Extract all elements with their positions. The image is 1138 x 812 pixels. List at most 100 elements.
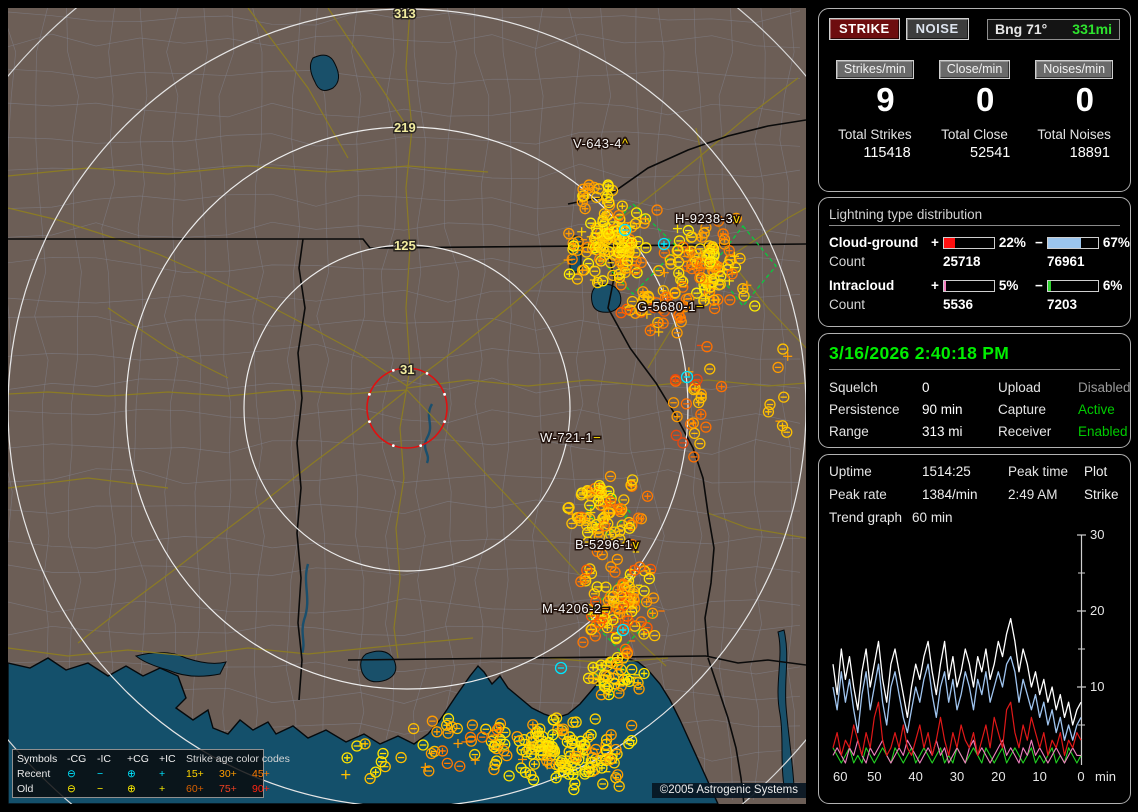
range-ring-label: 31 <box>400 362 414 377</box>
bearing-chip: Bng 71° 331mi <box>987 18 1120 40</box>
cg-positive-pct: 22% <box>998 235 1026 250</box>
plus-sign: + <box>931 278 939 293</box>
bearing-range: 331mi <box>1072 20 1112 37</box>
minus-sign: − <box>1035 235 1043 250</box>
trend-graph: 30 20 10 60 50 40 30 20 10 0 min <box>832 527 1116 784</box>
count-label: Count <box>829 297 866 312</box>
range-ring-label: 313 <box>394 8 416 21</box>
trend-x-tick-label: 50 <box>867 769 881 784</box>
trend-x-tick-label: 10 <box>1032 769 1046 784</box>
storm-cell-label[interactable]: G-5680-1− <box>636 298 706 316</box>
range-ring-label: 219 <box>394 120 416 135</box>
total-close-value: 52541 <box>970 145 1011 161</box>
trend-y-tick-label: 30 <box>1090 527 1104 542</box>
trend-series-cg-negative <box>832 655 1082 741</box>
stats-row: Uptime 1514:25 Peak time Plot <box>829 464 1108 479</box>
map-canvas[interactable]: 31 125 219 313 V-643-4^ H-9238-3v G-5680-1− W-… <box>8 8 806 804</box>
noises-per-min-button[interactable]: Noises/min <box>1035 60 1114 79</box>
circled-minus-icon: ⊖ <box>67 783 76 795</box>
count-label: Count <box>829 254 866 269</box>
trend-x-tick-label: 0 <box>1077 769 1084 784</box>
total-strikes-value: 115418 <box>863 145 911 161</box>
minus-sign: − <box>1035 278 1043 293</box>
range-ring-label: 125 <box>394 238 416 253</box>
ic-positive-pct: 5% <box>998 278 1019 293</box>
trend-x-unit: min <box>1095 769 1116 784</box>
legend-row: Recent ⊖ − ⊕ + 15+ 30+ 45+ <box>17 768 270 780</box>
storm-cell-trend-icon: v <box>632 537 639 552</box>
storm-cell-trend-icon: v <box>733 211 740 226</box>
storm-cell-trend-icon: − <box>602 601 610 616</box>
trend-x-tick-label: 20 <box>991 769 1005 784</box>
total-noises-value: 18891 <box>1069 145 1110 161</box>
storm-cell-trend-icon: − <box>696 299 704 314</box>
side-panel: STRIKE NOISE Bng 71° 331mi Strikes/min 9… <box>818 0 1131 812</box>
circled-plus-icon: ⊕ <box>127 783 136 795</box>
storm-cell-label[interactable]: M-4206-2− <box>541 600 611 618</box>
plus-icon: + <box>159 768 166 780</box>
legend-row: Old ⊖ − ⊕ + 60+ 75+ 90+ <box>17 783 270 795</box>
cg-negative-pct: 67% <box>1102 235 1130 250</box>
status-row: Squelch 0 Upload Disabled <box>829 380 1131 395</box>
stats-row: Peak rate 1384/min 2:49 AM Strike <box>829 487 1119 502</box>
storm-cell-trend-icon: − <box>593 430 601 445</box>
plus-sign: + <box>931 235 939 250</box>
ic-positive-bar <box>942 279 995 292</box>
cloud-ground-label: Cloud-ground <box>829 235 919 250</box>
storm-cell-label[interactable]: H-9238-3v <box>674 210 742 228</box>
storm-cell-label[interactable]: V-643-4^ <box>572 135 631 153</box>
total-strikes-label: Total Strikes <box>838 127 912 142</box>
lightning-map[interactable]: 31 125 219 313 V-643-4^ H-9238-3v G-5680-1− W-… <box>8 8 806 804</box>
ic-negative-pct: 6% <box>1102 278 1123 293</box>
circled-minus-icon: ⊖ <box>67 768 76 780</box>
total-close-label: Total Close <box>941 127 1008 142</box>
strikes-column: Strikes/min 9 Total Strikes 115418 <box>829 60 921 161</box>
minus-icon: − <box>97 768 104 780</box>
trend-x-tick-label: 30 <box>950 769 964 784</box>
strikes-per-min-value: 9 <box>876 81 895 118</box>
clock: 3/16/2026 2:40:18 PM <box>829 343 1120 370</box>
ic-negative-bar <box>1046 279 1099 292</box>
total-noises-label: Total Noises <box>1037 127 1111 142</box>
bearing-label: Bng 71° <box>995 20 1048 37</box>
map-legend: Symbols -CG -IC +CG +IC Strike age color… <box>12 749 290 798</box>
ic-positive-count: 5536 <box>943 297 974 312</box>
status-box: 3/16/2026 2:40:18 PM Squelch 0 Upload Disa… <box>818 333 1131 448</box>
close-column: Close/min 0 Total Close 52541 <box>929 60 1021 161</box>
trend-x-tick-label: 60 <box>833 769 847 784</box>
ic-negative-count: 7203 <box>1047 297 1078 312</box>
minus-icon: − <box>97 783 104 795</box>
counters-box: STRIKE NOISE Bng 71° 331mi Strikes/min 9… <box>818 8 1131 192</box>
trend-window-value[interactable]: 60 min <box>912 510 953 525</box>
stats-grid: Uptime 1514:25 Peak time Plot Peak rate 1384… <box>829 464 1120 502</box>
noises-column: Noises/min 0 Total Noises 18891 <box>1028 60 1120 161</box>
copyright-text: ©2005 Astrogenic Systems <box>651 783 806 798</box>
legend-header-symbols: Symbols <box>17 753 58 765</box>
storm-cell-label[interactable]: W-721-1− <box>539 429 603 447</box>
app-window: 31 125 219 313 V-643-4^ H-9238-3v G-5680-1− W-… <box>0 0 1138 812</box>
trend-x-tick-label: 40 <box>908 769 922 784</box>
strikes-per-min-button[interactable]: Strikes/min <box>835 60 914 79</box>
storm-cell-label[interactable]: B-5296-1v <box>574 536 641 554</box>
trend-box: Uptime 1514:25 Peak time Plot Peak rate 1384… <box>818 454 1131 804</box>
distribution-box: Lightning type distribution Cloud-ground… <box>818 197 1131 327</box>
cg-negative-count: 76961 <box>1047 254 1085 269</box>
cg-negative-bar <box>1046 236 1099 249</box>
storm-cell-trend-icon: ^ <box>622 136 629 151</box>
close-per-min-button[interactable]: Close/min <box>938 60 1011 79</box>
cg-positive-count: 25718 <box>943 254 981 269</box>
close-per-min-value: 0 <box>975 81 995 118</box>
intracloud-label: Intracloud <box>829 278 895 293</box>
status-grid: Squelch 0 Upload Disabled Persistence 90 min… <box>829 380 1131 439</box>
cg-positive-bar <box>942 236 995 249</box>
plus-icon: + <box>159 783 166 795</box>
noise-button[interactable]: NOISE <box>905 18 969 40</box>
legend-age-header: Strike age color codes <box>186 753 290 765</box>
strike-button[interactable]: STRIKE <box>829 18 900 40</box>
trend-graph-label: Trend graph <box>829 510 903 525</box>
trend-y-tick-label: 10 <box>1090 679 1104 694</box>
noises-per-min-value: 0 <box>1075 81 1094 118</box>
status-row: Persistence 90 min Capture Active <box>829 402 1115 417</box>
status-row: Range 313 mi Receiver Enabled <box>829 424 1128 439</box>
circled-plus-icon: ⊕ <box>127 768 136 780</box>
